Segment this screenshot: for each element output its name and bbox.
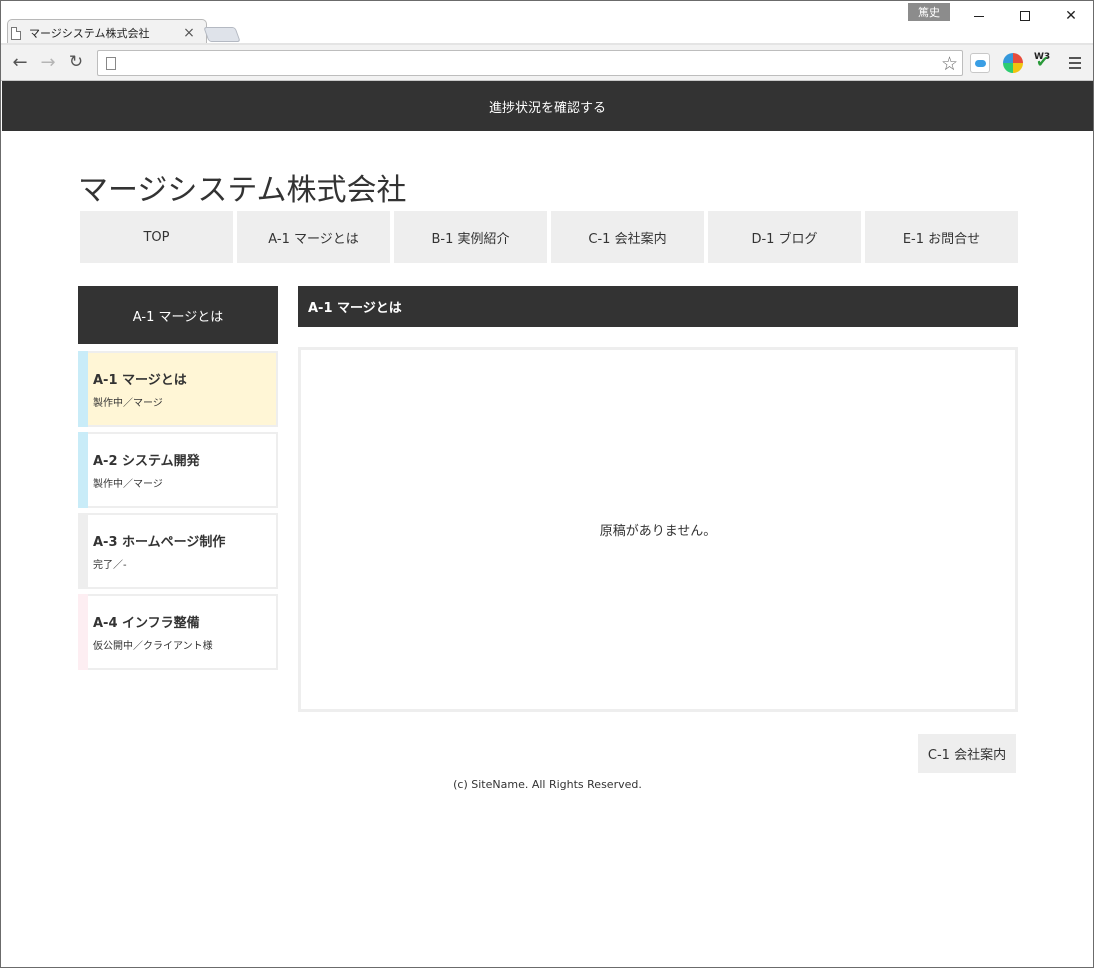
status-accent-bar: [78, 513, 88, 589]
progress-link-label[interactable]: 進捗状況を確認する: [489, 97, 606, 116]
forward-arrow-icon: →: [40, 51, 56, 73]
nav-item-c1[interactable]: C-1 会社案内: [551, 211, 704, 263]
status-accent-bar: [78, 351, 88, 427]
copyright: (c) SiteName. All Rights Reserved.: [453, 778, 642, 791]
site-title: マージシステム株式会社: [78, 173, 407, 208]
sidebar-item-a1[interactable]: A-1 マージとは 製作中／マージ: [78, 351, 278, 427]
tab-title[interactable]: マージシステム株式会社: [29, 25, 181, 41]
nav-item-top[interactable]: TOP: [80, 211, 233, 263]
minimize-icon: [974, 15, 984, 17]
tab-content: マージシステム株式会社 ×: [11, 21, 201, 45]
sidebar-item-status: 完了／-: [93, 560, 127, 571]
next-page-button[interactable]: C-1 会社案内: [918, 734, 1016, 773]
sidebar-item-title: A-2 システム開発: [93, 454, 200, 469]
status-accent-bar: [78, 594, 88, 670]
main-heading: A-1 マージとは: [298, 286, 1018, 327]
global-nav: TOP A-1 マージとは B-1 実例紹介 C-1 会社案内 D-1 ブログ …: [80, 211, 1018, 263]
sidebar-item-status: 製作中／マージ: [93, 479, 163, 490]
page-icon: [11, 26, 21, 40]
content-panel: 原稿がありません。: [298, 347, 1018, 712]
reload-button[interactable]: ↻: [65, 51, 87, 73]
nav-item-b1[interactable]: B-1 実例紹介: [394, 211, 547, 263]
w3c-validator-icon[interactable]: W3 ✔: [1034, 53, 1054, 73]
back-button[interactable]: ←: [9, 51, 31, 73]
nav-item-e1[interactable]: E-1 お問合せ: [865, 211, 1018, 263]
new-tab-button[interactable]: [203, 27, 241, 42]
nav-item-d1[interactable]: D-1 ブログ: [708, 211, 861, 263]
minimize-button[interactable]: [956, 1, 1002, 31]
forward-button[interactable]: →: [37, 51, 59, 73]
sidebar-item-title: A-3 ホームページ制作: [93, 535, 226, 550]
sidebar-item-title: A-1 マージとは: [93, 373, 187, 388]
sidebar-item-title: A-4 インフラ整備: [93, 616, 200, 631]
page-icon: [106, 57, 116, 70]
profile-badge[interactable]: 篤史: [908, 3, 950, 21]
empty-message: 原稿がありません。: [599, 524, 717, 539]
browser-window: マージシステム株式会社 × 篤史 ✕ ← → ↻ ☆ W3 ✔ 進捗状況を確認する…: [0, 0, 1094, 968]
sidebar-item-a2[interactable]: A-2 システム開発 製作中／マージ: [78, 432, 278, 508]
close-icon: ✕: [1065, 8, 1077, 24]
sidebar-item-status: 仮公開中／クライアント様: [93, 641, 213, 652]
sidebar-item-a3[interactable]: A-3 ホームページ制作 完了／-: [78, 513, 278, 589]
page-viewport: 進捗状況を確認する マージシステム株式会社 TOP A-1 マージとは B-1 …: [2, 81, 1093, 967]
tab-close-icon[interactable]: ×: [181, 25, 197, 41]
close-window-button[interactable]: ✕: [1048, 1, 1093, 31]
nav-item-a1[interactable]: A-1 マージとは: [237, 211, 390, 263]
status-accent-bar: [78, 432, 88, 508]
progress-link-bar[interactable]: 進捗状況を確認する: [2, 81, 1093, 131]
bookmark-star-icon[interactable]: ☆: [941, 53, 958, 75]
cloud-extension-icon[interactable]: [970, 53, 990, 73]
browser-toolbar: ← → ↻ ☆ W3 ✔: [1, 45, 1093, 81]
sidebar-item-status: 製作中／マージ: [93, 398, 163, 409]
maximize-button[interactable]: [1002, 1, 1048, 31]
browser-menu-icon[interactable]: [1069, 57, 1081, 72]
sidebar-item-a4[interactable]: A-4 インフラ整備 仮公開中／クライアント様: [78, 594, 278, 670]
back-arrow-icon: ←: [12, 51, 28, 73]
title-bar: マージシステム株式会社 × 篤史 ✕: [1, 1, 1093, 45]
reload-icon: ↻: [68, 52, 84, 72]
color-extension-icon[interactable]: [1003, 53, 1023, 73]
maximize-icon: [1020, 11, 1030, 21]
address-bar[interactable]: ☆: [97, 50, 963, 76]
sidebar-heading: A-1 マージとは: [78, 286, 278, 344]
